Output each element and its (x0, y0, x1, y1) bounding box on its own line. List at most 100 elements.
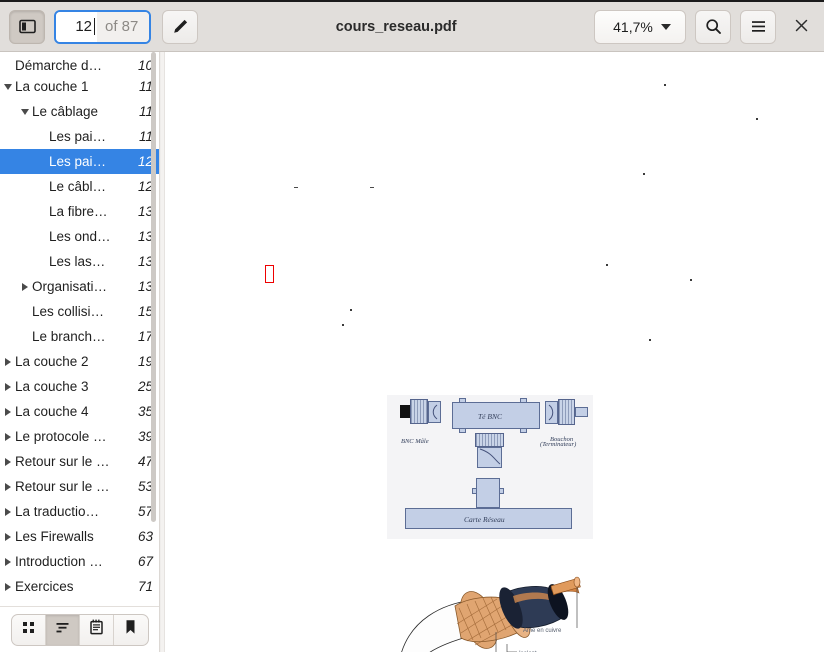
sidebar-annotations-button[interactable] (80, 614, 114, 645)
search-button[interactable] (695, 9, 731, 44)
chevron-right-icon[interactable] (0, 432, 15, 441)
chevron-right-icon[interactable] (0, 357, 15, 366)
page-number-value-wrap[interactable]: 12 (56, 11, 96, 42)
outline-row[interactable]: Les pai… 11 (0, 124, 159, 149)
te-bnc-tab-right (520, 398, 527, 403)
outline-row-page: 15 (137, 304, 153, 319)
outline-row[interactable]: Retour sur le … 47 (0, 449, 159, 474)
chevron-down-icon[interactable] (0, 83, 15, 90)
outline-row[interactable]: Retour sur le … 53 (0, 474, 159, 499)
outline-row-title: Le protocole … (15, 429, 107, 444)
outline-row-title: Le branch… (32, 329, 106, 344)
chevron-right-icon[interactable] (0, 582, 15, 591)
sidebar-thumbnails-button[interactable] (12, 614, 46, 645)
chevron-right-icon[interactable] (0, 507, 15, 516)
outline-row[interactable]: Le branch… 17 (0, 324, 159, 349)
outline-row[interactable]: La traductio… 57 (0, 499, 159, 524)
outline-row[interactable]: Les las… 13 (0, 249, 159, 274)
page-text-speck (606, 264, 608, 266)
sidebar-view-switcher-bar (0, 606, 159, 652)
chevron-right-icon[interactable] (0, 482, 15, 491)
chevron-down-icon[interactable] (17, 108, 32, 115)
outline-row[interactable]: La couche 4 35 (0, 399, 159, 424)
outline-row[interactable]: Le câblage 11 (0, 99, 159, 124)
chevron-right-icon[interactable] (0, 407, 15, 416)
outline-row-title: Exercices (15, 579, 74, 594)
chevron-right-icon[interactable] (0, 532, 15, 541)
close-icon (795, 18, 808, 35)
chevron-right-icon[interactable] (0, 382, 15, 391)
sidebar-bookmarks-button[interactable] (114, 615, 148, 645)
triangle-right-glyph (4, 432, 11, 441)
pdf-page[interactable]: BNC Mâle Té BNC Bouchon (Terminateur) Ca… (166, 52, 824, 652)
outline-row[interactable]: Organisati… 13 (0, 274, 159, 299)
sidebar-toggle-button[interactable] (9, 9, 45, 44)
carte-connector-lug-l (472, 488, 477, 494)
triangle-down-glyph (20, 108, 29, 115)
zoom-level-button[interactable]: 41,7% (594, 9, 686, 44)
chevron-right-icon[interactable] (0, 457, 15, 466)
outline-row[interactable]: Le câbl… 12 (0, 174, 159, 199)
chevron-right-icon[interactable] (17, 282, 32, 291)
outline-row[interactable]: Introduction … 67 (0, 549, 159, 574)
page-number-value: 12 (75, 18, 92, 35)
outline-row[interactable]: Exercices 71 (0, 574, 159, 599)
page-text-speck (643, 173, 645, 175)
outline-row[interactable]: Le protocole … 39 (0, 424, 159, 449)
sidebar-scrollbar-thumb[interactable] (151, 52, 156, 522)
chevron-right-icon[interactable] (0, 557, 15, 566)
chevron-down-icon (660, 23, 671, 30)
page-text-speck (370, 187, 374, 188)
outline-row-page: 13 (137, 204, 153, 219)
bnc-male-label: BNC Mâle (401, 438, 429, 445)
outline-row[interactable]: Démarche d… 10 (0, 52, 159, 74)
pdf-viewer-window: 12 of 87 cours_reseau.pdf 41,7% Démarche… (0, 0, 824, 652)
outline-row[interactable]: Les collisi… 15 (0, 299, 159, 324)
outline-row[interactable]: Les ond… 13 (0, 224, 159, 249)
coaxial-cable-figure: Ame en cuivre Isolant (401, 562, 581, 652)
triangle-right-glyph (4, 382, 11, 391)
outline-row[interactable]: La couche 1 11 (0, 74, 159, 99)
terminateur-label: (Terminateur) (540, 441, 577, 448)
carte-reseau-label: Carte Réseau (464, 515, 505, 524)
outline-row-page: 67 (137, 554, 153, 569)
header-bar: 12 of 87 cours_reseau.pdf 41,7% (0, 0, 824, 52)
te-bnc-tab-br (520, 428, 527, 433)
outline-row-title: Les las… (49, 254, 106, 269)
sidebar-outline-button[interactable] (45, 614, 80, 645)
page-number-input[interactable]: 12 of 87 (54, 9, 152, 44)
outline-row-title: Retour sur le … (15, 454, 110, 469)
document-view[interactable]: BNC Mâle Té BNC Bouchon (Terminateur) Ca… (160, 52, 824, 652)
close-window-button[interactable] (787, 12, 815, 42)
sidebar-scrollbar[interactable] (151, 52, 156, 606)
page-text-speck (690, 279, 692, 281)
outline-row-page: 63 (137, 529, 153, 544)
outline-row-page: 12 (137, 179, 153, 194)
sidebar: Démarche d… 10 La couche 1 11 Le câblage 11 Le… (0, 52, 160, 652)
bouchon-tip (575, 407, 588, 417)
outline-row[interactable]: La couche 3 25 (0, 374, 159, 399)
outline-row-title: La fibre… (49, 204, 108, 219)
outline-list-icon (55, 620, 70, 640)
coax-core-label: Ame en cuivre (523, 628, 562, 634)
carte-connector-lug-r (499, 488, 504, 494)
outline-row[interactable]: Les Firewalls 63 (0, 524, 159, 549)
annotate-button[interactable] (162, 9, 199, 44)
page-text-speck (350, 309, 352, 311)
outline-row-page: 13 (137, 229, 153, 244)
outline-row-page: 25 (137, 379, 153, 394)
main-menu-button[interactable] (740, 9, 776, 44)
outline-row-page: 47 (137, 454, 153, 469)
outline-row-page: 11 (138, 104, 153, 119)
bnc-male-body (400, 405, 410, 418)
hamburger-menu-icon (750, 19, 767, 34)
outline-row[interactable]: La fibre… 13 (0, 199, 159, 224)
bnc-male-knurl (410, 399, 428, 424)
outline-tree[interactable]: Démarche d… 10 La couche 1 11 Le câblage 11 Le… (0, 52, 159, 606)
outline-row[interactable]: Les pai… 12 (0, 149, 159, 174)
outline-row[interactable]: La couche 2 19 (0, 349, 159, 374)
outline-row-title: Les ond… (49, 229, 111, 244)
triangle-down-glyph (3, 83, 12, 90)
search-highlight-box (265, 265, 274, 283)
outline-row-title: La couche 2 (15, 354, 89, 369)
